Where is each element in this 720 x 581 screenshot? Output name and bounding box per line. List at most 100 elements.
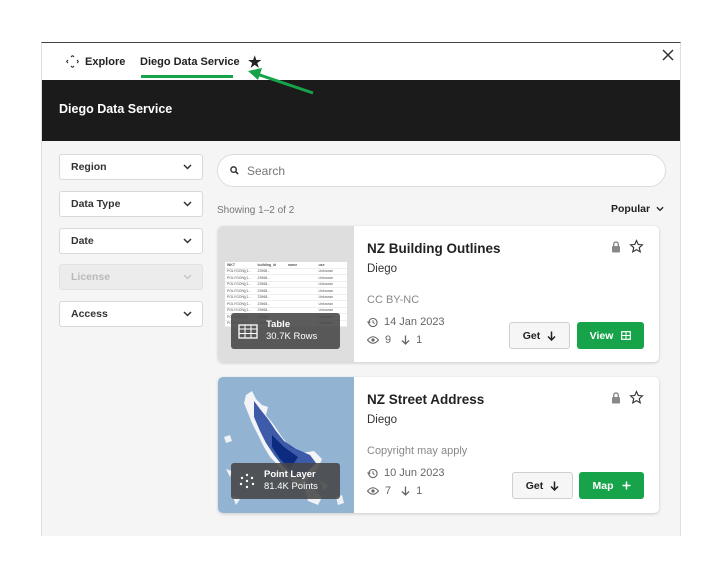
table-cell: 23968... <box>257 282 271 287</box>
download-icon <box>550 481 559 491</box>
card-title[interactable]: NZ Building Outlines <box>367 241 501 256</box>
card-license: Copyright may apply <box>367 445 468 457</box>
data-service-panel: Explore Diego Data Service ★ Diego Data … <box>41 42 681 536</box>
table-cell: Unknown <box>318 288 334 293</box>
result-card[interactable]: WKT building_id name use POLYGON((1... 23… <box>218 226 659 362</box>
star-outline-icon[interactable] <box>629 390 644 405</box>
table-cell: Unknown <box>318 308 334 313</box>
chevron-down-icon <box>183 201 192 207</box>
filter-label: License <box>71 271 111 283</box>
download-icon <box>401 335 410 345</box>
card-stats: 7 1 <box>367 485 422 497</box>
table-header-cell: WKT <box>227 262 235 267</box>
badge-count: 30.7K Rows <box>266 331 318 342</box>
explore-icon <box>66 55 79 68</box>
tab-explore[interactable]: Explore <box>66 43 125 80</box>
star-outline-icon[interactable] <box>629 239 644 254</box>
table-cell: Unknown <box>318 275 334 280</box>
card-license: CC BY-NC <box>367 294 420 306</box>
table-cell: POLYGON((1... <box>227 282 252 287</box>
map-button[interactable]: Map <box>579 472 644 499</box>
filter-label: Data Type <box>71 198 121 210</box>
filter-label: Region <box>71 161 107 173</box>
map-label: Map <box>592 479 614 492</box>
point-layer-icon <box>239 473 255 489</box>
table-thumbnail: WKT building_id name use POLYGON((1... 23… <box>218 226 354 362</box>
badge-count: 81.4K Points <box>264 481 318 492</box>
table-cell: POLYGON((1... <box>227 301 252 306</box>
table-cell: POLYGON((1... <box>227 275 252 280</box>
close-icon[interactable] <box>660 47 676 63</box>
table-cell: 23968... <box>257 301 271 306</box>
views-count: 9 <box>385 334 392 346</box>
table-cell: 23968... <box>257 269 271 274</box>
filter-label: Date <box>71 235 94 247</box>
views-count: 7 <box>385 485 392 497</box>
sort-label: Popular <box>611 203 651 215</box>
card-owner: Diego <box>367 414 398 426</box>
eye-icon <box>367 336 379 344</box>
card-title[interactable]: NZ Street Address <box>367 392 484 407</box>
data-type-badge: Table 30.7K Rows <box>231 313 340 349</box>
download-icon <box>547 331 556 341</box>
downloads-count: 1 <box>416 334 423 346</box>
table-icon <box>238 323 258 339</box>
get-button[interactable]: Get <box>509 322 570 349</box>
filter-date[interactable]: Date <box>59 228 203 254</box>
result-card[interactable]: Point Layer 81.4K Points NZ Street Addre… <box>218 377 659 513</box>
search-icon <box>230 166 239 175</box>
chevron-down-icon <box>183 238 192 244</box>
filter-data-type[interactable]: Data Type <box>59 191 203 217</box>
chevron-down-icon <box>183 164 192 170</box>
table-header-cell: use <box>318 262 325 267</box>
chevron-down-icon <box>656 206 664 212</box>
history-icon <box>367 468 378 478</box>
tab-explore-label: Explore <box>85 55 126 68</box>
card-date: 14 Jan 2023 <box>367 316 445 328</box>
banner-title: Diego Data Service <box>59 102 173 116</box>
active-tab-indicator <box>141 75 233 78</box>
table-cell: POLYGON((1... <box>227 295 252 300</box>
history-icon <box>367 317 378 327</box>
badge-type: Table <box>266 319 291 330</box>
favorites-star-icon[interactable]: ★ <box>248 43 261 80</box>
lock-icon <box>612 392 620 404</box>
sort-dropdown[interactable]: Popular <box>611 203 664 215</box>
chevron-down-icon <box>183 311 192 317</box>
downloads-count: 1 <box>416 485 423 497</box>
filter-license: License <box>59 264 203 290</box>
table-cell: Unknown <box>318 295 334 300</box>
chevron-down-icon <box>183 274 192 280</box>
date-value: 10 Jun 2023 <box>384 467 445 479</box>
filter-access[interactable]: Access <box>59 301 203 327</box>
table-cell: Unknown <box>318 282 334 287</box>
filter-label: Access <box>71 308 108 320</box>
search-bar <box>217 154 666 187</box>
view-label: View <box>589 329 614 342</box>
table-cell: 23968... <box>257 275 271 280</box>
view-button[interactable]: View <box>577 322 644 349</box>
table-header-cell: name <box>288 262 298 267</box>
table-icon <box>621 331 632 340</box>
tab-bar: Explore Diego Data Service ★ <box>42 43 680 80</box>
card-stats: 9 1 <box>367 334 422 346</box>
data-type-badge: Point Layer 81.4K Points <box>231 463 340 499</box>
lock-icon <box>612 241 620 253</box>
table-cell: Unknown <box>318 301 334 306</box>
get-label: Get <box>525 479 544 492</box>
plus-icon <box>622 481 630 490</box>
filter-region[interactable]: Region <box>59 154 203 180</box>
card-date: 10 Jun 2023 <box>367 467 445 479</box>
service-banner: Diego Data Service <box>42 80 680 141</box>
get-label: Get <box>522 329 541 342</box>
table-cell: POLYGON((1... <box>227 308 252 313</box>
map-thumbnail: Point Layer 81.4K Points <box>218 377 354 513</box>
table-cell: 23968... <box>257 295 271 300</box>
table-cell: POLYGON((1... <box>227 288 252 293</box>
search-input[interactable] <box>247 163 627 178</box>
table-cell: POLYGON((1... <box>227 269 252 274</box>
table-cell: 23968... <box>257 308 271 313</box>
tab-service-label: Diego Data Service <box>140 55 240 68</box>
get-button[interactable]: Get <box>512 472 573 499</box>
table-header-cell: building_id <box>257 262 277 267</box>
